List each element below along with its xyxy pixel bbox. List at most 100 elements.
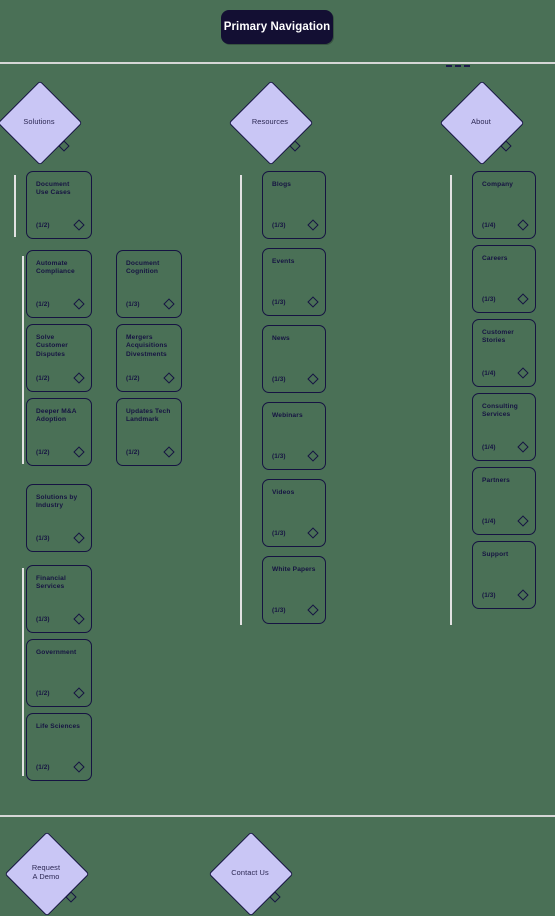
nav-card-count-white-papers: (1/3) [272, 607, 286, 614]
nav-card-count-support: (1/3) [482, 592, 496, 599]
nav-card-handle-life-sciences[interactable] [73, 761, 85, 773]
nav-card-count-financial-services: (1/3) [36, 616, 50, 623]
diamond-node-request-a-demo[interactable] [4, 831, 90, 916]
nav-card-white-papers[interactable]: White Papers (1/3) [262, 556, 326, 624]
nav-card-title-news: News [272, 335, 290, 342]
nav-card-title-updates-tech-landmark: Updates Tech Landmark [126, 408, 171, 424]
connector-rail-solutions-top [14, 175, 16, 237]
nav-card-handle-events[interactable] [307, 296, 319, 308]
connector-rail-resources-list [240, 175, 242, 625]
nav-card-title-automate-compliance: Automate Compliance [36, 260, 75, 276]
nav-card-company[interactable]: Company (1/4) [472, 171, 536, 239]
nav-card-document-cognition[interactable]: Document Cognition (1/3) [116, 250, 182, 318]
nav-card-document-use-cases[interactable]: Document Use Cases (1/2) [26, 171, 92, 239]
nav-card-handle-partners[interactable] [517, 515, 529, 527]
nav-card-count-events: (1/3) [272, 299, 286, 306]
nav-card-title-document-use-cases: Document Use Cases [36, 181, 71, 197]
nav-card-count-blogs: (1/3) [272, 222, 286, 229]
nav-card-title-videos: Videos [272, 489, 295, 496]
nav-card-mergers-acquisitions-divestments[interactable]: Mergers Acquisitions Divestments (1/2) [116, 324, 182, 392]
nav-card-events[interactable]: Events (1/3) [262, 248, 326, 316]
nav-card-count-partners: (1/4) [482, 518, 496, 525]
nav-card-handle-webinars[interactable] [307, 450, 319, 462]
nav-card-title-white-papers: White Papers [272, 566, 316, 573]
nav-card-title-support: Support [482, 551, 509, 558]
nav-card-handle-blogs[interactable] [307, 219, 319, 231]
nav-card-solutions-by-industry[interactable]: Solutions by Industry (1/3) [26, 484, 92, 552]
nav-card-handle-careers[interactable] [517, 293, 529, 305]
nav-card-title-solutions-by-industry: Solutions by Industry [36, 494, 78, 510]
nav-card-title-document-cognition: Document Cognition [126, 260, 160, 276]
nav-card-title-life-sciences: Life Sciences [36, 723, 81, 730]
nav-card-handle-videos[interactable] [307, 527, 319, 539]
divider-bottom [0, 815, 555, 817]
nav-card-partners[interactable]: Partners (1/4) [472, 467, 536, 535]
primary-navigation-header[interactable]: Primary Navigation [221, 10, 333, 44]
nav-card-handle-news[interactable] [307, 373, 319, 385]
nav-card-handle-white-papers[interactable] [307, 604, 319, 616]
nav-card-count-life-sciences: (1/2) [36, 764, 50, 771]
nav-card-financial-services[interactable]: Financial Services (1/3) [26, 565, 92, 633]
nav-card-handle-updates-tech-landmark[interactable] [163, 446, 175, 458]
nav-card-updates-tech-landmark[interactable]: Updates Tech Landmark (1/2) [116, 398, 182, 466]
diamond-node-solutions[interactable] [0, 80, 83, 166]
nav-card-count-automate-compliance: (1/2) [36, 301, 50, 308]
nav-card-count-careers: (1/3) [482, 296, 496, 303]
nav-card-government[interactable]: Government (1/2) [26, 639, 92, 707]
nav-card-title-webinars: Webinars [272, 412, 303, 419]
nav-card-title-careers: Careers [482, 255, 508, 262]
nav-card-consulting-services[interactable]: Consulting Services (1/4) [472, 393, 536, 461]
nav-card-title-mergers-acquisitions-divestments: Mergers Acquisitions Divestments [126, 334, 168, 358]
nav-card-handle-government[interactable] [73, 687, 85, 699]
divider-top [0, 62, 555, 64]
nav-card-count-news: (1/3) [272, 376, 286, 383]
nav-card-count-customer-stories: (1/4) [482, 370, 496, 377]
nav-card-videos[interactable]: Videos (1/3) [262, 479, 326, 547]
connector-rail-solutions-industry [22, 568, 24, 776]
diamond-node-resources[interactable] [228, 80, 314, 166]
nav-card-title-blogs: Blogs [272, 181, 292, 188]
nav-card-title-solve-customer-disputes: Solve Customer Disputes [36, 334, 68, 358]
nav-card-solve-customer-disputes[interactable]: Solve Customer Disputes (1/2) [26, 324, 92, 392]
nav-card-handle-document-cognition[interactable] [163, 298, 175, 310]
nav-card-count-document-use-cases: (1/2) [36, 222, 50, 229]
nav-card-handle-document-use-cases[interactable] [73, 219, 85, 231]
nav-card-webinars[interactable]: Webinars (1/3) [262, 402, 326, 470]
nav-card-count-mergers-acquisitions-divestments: (1/2) [126, 375, 140, 382]
nav-card-handle-solve-customer-disputes[interactable] [73, 372, 85, 384]
nav-card-automate-compliance[interactable]: Automate Compliance (1/2) [26, 250, 92, 318]
nav-card-handle-customer-stories[interactable] [517, 367, 529, 379]
nav-card-handle-company[interactable] [517, 219, 529, 231]
nav-card-support[interactable]: Support (1/3) [472, 541, 536, 609]
nav-card-title-government: Government [36, 649, 77, 656]
nav-card-title-partners: Partners [482, 477, 510, 484]
nav-card-handle-mergers-acquisitions-divestments[interactable] [163, 372, 175, 384]
nav-card-count-consulting-services: (1/4) [482, 444, 496, 451]
nav-card-count-webinars: (1/3) [272, 453, 286, 460]
nav-card-deeper-m-a-adoption[interactable]: Deeper M&A Adoption (1/2) [26, 398, 92, 466]
nav-card-title-customer-stories: Customer Stories [482, 329, 514, 345]
connector-rail-solutions-usecases [22, 256, 24, 464]
nav-card-count-solve-customer-disputes: (1/2) [36, 375, 50, 382]
nav-card-news[interactable]: News (1/3) [262, 325, 326, 393]
nav-card-count-videos: (1/3) [272, 530, 286, 537]
connector-rail-about-list [450, 175, 452, 625]
nav-card-title-financial-services: Financial Services [36, 575, 66, 591]
nav-card-count-company: (1/4) [482, 222, 496, 229]
nav-card-life-sciences[interactable]: Life Sciences (1/2) [26, 713, 92, 781]
diamond-node-contact-us[interactable] [208, 831, 294, 916]
nav-card-careers[interactable]: Careers (1/3) [472, 245, 536, 313]
nav-card-handle-deeper-m-a-adoption[interactable] [73, 446, 85, 458]
nav-card-handle-support[interactable] [517, 589, 529, 601]
nav-card-title-consulting-services: Consulting Services [482, 403, 518, 419]
nav-card-title-company: Company [482, 181, 514, 188]
nav-card-handle-consulting-services[interactable] [517, 441, 529, 453]
nav-card-title-deeper-m-a-adoption: Deeper M&A Adoption [36, 408, 77, 424]
nav-card-count-document-cognition: (1/3) [126, 301, 140, 308]
nav-card-handle-solutions-by-industry[interactable] [73, 532, 85, 544]
diamond-node-about[interactable] [439, 80, 525, 166]
nav-card-handle-financial-services[interactable] [73, 613, 85, 625]
nav-card-blogs[interactable]: Blogs (1/3) [262, 171, 326, 239]
nav-card-handle-automate-compliance[interactable] [73, 298, 85, 310]
nav-card-customer-stories[interactable]: Customer Stories (1/4) [472, 319, 536, 387]
